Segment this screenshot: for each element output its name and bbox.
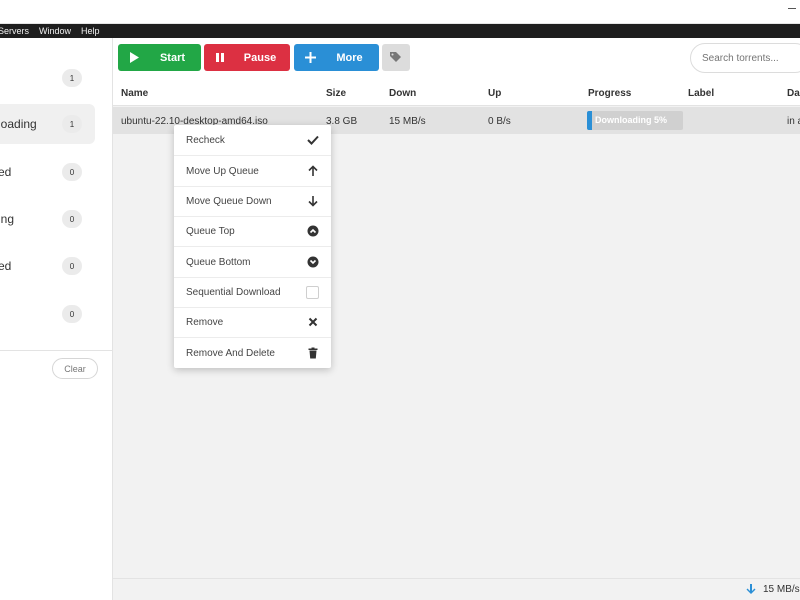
menu-item-label: Move Queue Down [186,196,272,207]
menu-item-queue-bottom[interactable]: Queue Bottom [174,247,331,277]
sidebar-item-downloading[interactable]: loading 1 [0,104,95,144]
cell-down: 15 MB/s [389,116,426,127]
sidebar-item-count: 1 [62,69,82,87]
menu-window[interactable]: Window [39,26,71,36]
menu-item-move-queue-down[interactable]: Move Queue Down [174,186,331,216]
arrow-down-icon [308,196,318,207]
menu-help[interactable]: Help [81,26,100,36]
menu-item-label: Queue Bottom [186,257,251,268]
column-header-up[interactable]: Up [488,88,501,99]
start-button-label: Start [159,51,186,64]
sidebar-item-count: 0 [62,257,82,275]
sidebar-item-count: 0 [62,163,82,181]
download-arrow-icon [746,584,756,594]
progress-bar: Downloading 5% [587,111,683,130]
sidebar-item-count: 1 [62,115,82,133]
sequential-download-checkbox[interactable] [306,286,319,299]
menubar: Servers Window Help [0,24,800,38]
menu-item-recheck[interactable]: Recheck [174,125,331,155]
sidebar-item-count: 0 [62,210,82,228]
table-header: Name Size Down Up Progress Label Da [113,80,800,106]
menu-servers[interactable]: Servers [0,26,29,36]
status-bar: 15 MB/s [113,578,800,600]
progress-fill [587,111,592,130]
minimize-button[interactable] [788,8,796,9]
column-header-down[interactable]: Down [389,88,416,99]
sidebar-divider [0,350,113,351]
menu-item-label: Sequential Download [186,287,281,298]
close-icon [308,317,318,327]
column-header-label[interactable]: Label [688,88,714,99]
pause-button-label: Pause [243,51,277,64]
sidebar-item-label: ed [0,165,12,179]
cell-date: in a [787,116,800,127]
menu-item-label: Queue Top [186,226,235,237]
toolbar: Start Pause More [113,38,800,80]
sidebar-item-label: l [0,307,1,321]
sidebar-item-seeding[interactable]: ing 0 [0,199,95,239]
menu-item-move-up-queue[interactable]: Move Up Queue [174,156,331,186]
more-button-label: More [336,51,363,64]
sidebar-item-label: ed [0,259,12,273]
menu-item-sequential-download[interactable]: Sequential Download [174,277,331,307]
tag-button[interactable] [382,44,410,71]
sidebar-item-all[interactable]: 1 [0,58,95,98]
tag-icon [390,52,401,62]
sidebar-item-failed[interactable]: l 0 [0,294,95,334]
window-titlebar [0,0,800,24]
start-button[interactable]: Start [118,44,201,71]
chevron-circle-down-icon [307,256,319,268]
chevron-circle-up-icon [307,225,319,237]
arrow-up-icon [308,165,318,176]
cell-up: 0 B/s [488,116,511,127]
sidebar-item-label: loading [0,117,37,131]
column-header-size[interactable]: Size [326,88,346,99]
more-button[interactable]: More [294,44,379,71]
check-icon [307,135,319,145]
sidebar: 1 loading 1 ed 0 ing 0 ed 0 l 0 Clear [0,38,113,600]
context-menu: Recheck Move Up Queue Move Queue Down Qu… [174,125,331,368]
pause-button[interactable]: Pause [204,44,290,71]
menu-item-label: Remove And Delete [186,348,275,359]
column-header-date[interactable]: Da [787,88,800,99]
menu-item-queue-top[interactable]: Queue Top [174,216,331,246]
menu-item-label: Move Up Queue [186,166,259,177]
menu-item-label: Remove [186,317,224,328]
search-input[interactable] [690,43,800,73]
sidebar-item-completed[interactable]: ed 0 [0,152,95,192]
sidebar-item-label: ing [0,212,15,226]
column-header-progress[interactable]: Progress [588,88,631,99]
menu-item-label: Recheck [186,135,225,146]
sidebar-item-count: 0 [62,305,82,323]
clear-button[interactable]: Clear [52,358,98,379]
menu-item-remove-and-delete[interactable]: Remove And Delete [174,338,331,368]
trash-icon [308,347,318,359]
progress-text: Downloading 5% [595,115,667,125]
download-speed: 15 MB/s [763,584,800,595]
column-header-name[interactable]: Name [121,88,148,99]
menu-item-remove[interactable]: Remove [174,307,331,337]
sidebar-item-paused[interactable]: ed 0 [0,246,95,286]
